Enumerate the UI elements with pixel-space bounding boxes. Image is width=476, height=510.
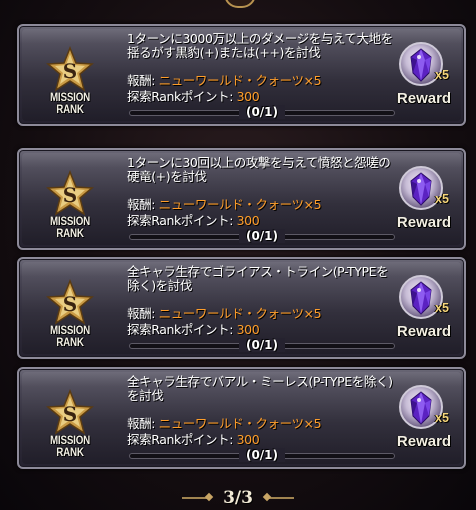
mission-card[interactable]: S MISSION RANK 全キャラ生存でバアル・ミーレス(P-TYPEを除く… [17, 367, 466, 469]
reward-quantity: x5 [435, 192, 449, 206]
pager-ornament-right [268, 497, 294, 499]
reward-prefix: 報酬: [127, 416, 159, 431]
points-value: 300 [236, 322, 260, 337]
points-value: 300 [236, 89, 260, 104]
rank-points-line: 探索Rankポイント: 300 [127, 214, 397, 228]
reward-label: Reward [396, 323, 452, 340]
points-prefix: 探索Rankポイント: [127, 89, 237, 104]
reward-value: ニューワールド・クォーツ×5 [158, 306, 322, 321]
rank-points-line: 探索Rankポイント: 300 [127, 323, 397, 337]
points-prefix: 探索Rankポイント: [127, 322, 237, 337]
reward-label: Reward [396, 433, 452, 450]
rank-points-line: 探索Rankポイント: 300 [127, 433, 397, 447]
reward-line: 報酬: ニューワールド・クォーツ×5 [127, 307, 397, 321]
mission-rank-label: MISSION RANK [49, 325, 91, 349]
page-indicator: 3/3 [223, 488, 253, 508]
rank-points-line: 探索Rankポイント: 300 [127, 90, 397, 104]
mission-description: 1ターンに3000万以上のダメージを与えて大地を揺るがす黒豹(+)または(++)… [127, 31, 393, 60]
reward-line: 報酬: ニューワールド・クォーツ×5 [127, 417, 397, 431]
mission-description: 1ターンに30回以上の攻撃を与えて憤怒と怨嗟の硬竜(+)を討伐 [127, 155, 391, 184]
reward-quantity: x5 [435, 301, 449, 315]
star-rank-icon: S [46, 46, 94, 92]
mission-rank-badge: S MISSION RANK [29, 170, 111, 240]
reward-value: ニューワールド・クォーツ×5 [158, 416, 322, 431]
reward-line: 報酬: ニューワールド・クォーツ×5 [127, 74, 397, 88]
reward-button[interactable]: x5 Reward [397, 42, 459, 124]
reward-quantity: x5 [435, 411, 449, 425]
reward-label: Reward [396, 214, 452, 231]
mission-list-screen: S MISSION RANK 1ターンに3000万以上のダメージを与えて大地を揺… [0, 0, 476, 510]
reward-button[interactable]: x5 Reward [397, 275, 459, 357]
progress-text: (0/1) [239, 338, 285, 352]
mission-rank-badge: S MISSION RANK [29, 279, 111, 349]
progress-text: (0/1) [239, 448, 285, 462]
mission-description: 全キャラ生存でゴライアス・トライン(P-TYPEを除く)を討伐 [127, 264, 389, 293]
pagination: 3/3 [0, 488, 476, 508]
reward-prefix: 報酬: [127, 73, 159, 88]
points-prefix: 探索Rankポイント: [127, 432, 237, 447]
points-value: 300 [236, 213, 260, 228]
star-rank-icon: S [46, 389, 94, 435]
mission-rank-label: MISSION RANK [49, 216, 91, 240]
reward-value: ニューワールド・クォーツ×5 [158, 73, 322, 88]
star-rank-icon: S [46, 279, 94, 325]
svg-text:S: S [63, 59, 77, 83]
mission-rank-badge: S MISSION RANK [29, 389, 111, 459]
reward-prefix: 報酬: [127, 197, 159, 212]
mission-rank-badge: S MISSION RANK [29, 46, 111, 116]
mission-card[interactable]: S MISSION RANK 1ターンに3000万以上のダメージを与えて大地を揺… [17, 24, 466, 126]
progress-text: (0/1) [239, 229, 285, 243]
mission-rank-label: MISSION RANK [49, 92, 91, 116]
mission-card[interactable]: S MISSION RANK 1ターンに30回以上の攻撃を与えて憤怒と怨嗟の硬竜… [17, 148, 466, 250]
reward-quantity: x5 [435, 68, 449, 82]
svg-text:S: S [63, 402, 77, 426]
reward-button[interactable]: x5 Reward [397, 166, 459, 248]
mission-card[interactable]: S MISSION RANK 全キャラ生存でゴライアス・トライン(P-TYPEを… [17, 257, 466, 359]
svg-text:S: S [63, 183, 77, 207]
points-prefix: 探索Rankポイント: [127, 213, 237, 228]
reward-prefix: 報酬: [127, 306, 159, 321]
mission-rank-label: MISSION RANK [49, 435, 91, 459]
top-ornament [224, 0, 256, 8]
reward-line: 報酬: ニューワールド・クォーツ×5 [127, 198, 397, 212]
mission-description: 全キャラ生存でバアル・ミーレス(P-TYPEを除く)を討伐 [127, 374, 393, 403]
svg-text:S: S [63, 292, 77, 316]
progress-text: (0/1) [239, 105, 285, 119]
reward-label: Reward [396, 90, 452, 107]
points-value: 300 [236, 432, 260, 447]
reward-value: ニューワールド・クォーツ×5 [158, 197, 322, 212]
star-rank-icon: S [46, 170, 94, 216]
reward-button[interactable]: x5 Reward [397, 385, 459, 467]
